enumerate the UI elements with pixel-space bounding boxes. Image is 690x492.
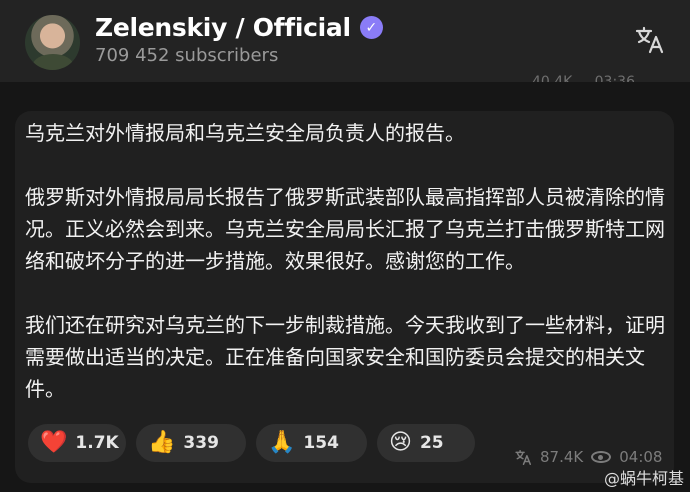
reaction-bar: ❤️ 1.7K 👍 339 🙏 154 😢 25 <box>28 424 475 462</box>
pray-icon: 🙏 <box>268 430 296 455</box>
reaction-pray[interactable]: 🙏 154 <box>256 424 367 462</box>
verified-badge-icon: ✓ <box>359 16 383 39</box>
translate-icon[interactable] <box>632 22 668 58</box>
reaction-count: 1.7K <box>75 433 119 453</box>
reaction-crying[interactable]: 😢 25 <box>377 424 475 462</box>
reaction-count: 339 <box>183 433 219 453</box>
reaction-count: 154 <box>303 433 339 453</box>
view-count: 87.4K <box>540 448 584 466</box>
channel-avatar[interactable] <box>25 15 80 70</box>
message-time: 04:08 <box>619 448 663 466</box>
previous-time: 03:36 <box>594 74 635 82</box>
thumbs-up-icon: 👍 <box>148 430 176 455</box>
watermark-text: @蜗牛柯基 <box>603 469 684 488</box>
message-paragraph: 乌克兰对外情报局和乌克兰安全局负责人的报告。 <box>25 121 465 145</box>
reaction-count: 25 <box>419 433 444 453</box>
previous-message-meta: 40.4K 03:36 <box>532 70 635 82</box>
avatar-figure <box>33 54 73 70</box>
channel-title[interactable]: Zelenskiy / Official ✓ <box>95 13 383 42</box>
previous-views: 40.4K <box>532 74 573 82</box>
eye-icon <box>591 451 612 463</box>
message-paragraph: 我们还在研究对乌克兰的下一步制裁措施。今天我收到了一些材料，证明需要做出适当的决… <box>25 313 665 401</box>
watermark: @蜗牛柯基 <box>604 465 684 489</box>
translate-small-icon[interactable] <box>515 449 532 466</box>
subscriber-count: 709 452 subscribers <box>95 45 279 66</box>
channel-header: Zelenskiy / Official ✓ 709 452 subscribe… <box>0 0 690 82</box>
heart-icon: ❤️ <box>40 430 68 455</box>
crying-face-icon: 😢 <box>389 430 412 455</box>
message-meta: 87.4K 04:08 <box>515 448 662 466</box>
message-text: 乌克兰对外情报局和乌克兰安全局负责人的报告。 俄罗斯对外情报局局长报告了俄罗斯武… <box>25 117 675 405</box>
channel-name: Zelenskiy / Official <box>95 13 351 42</box>
message-paragraph: 俄罗斯对外情报局局长报告了俄罗斯武装部队最高指挥部人员被清除的情况。正义必然会到… <box>25 185 665 273</box>
reaction-thumbs-up[interactable]: 👍 339 <box>136 424 246 462</box>
reaction-heart[interactable]: ❤️ 1.7K <box>28 424 126 462</box>
